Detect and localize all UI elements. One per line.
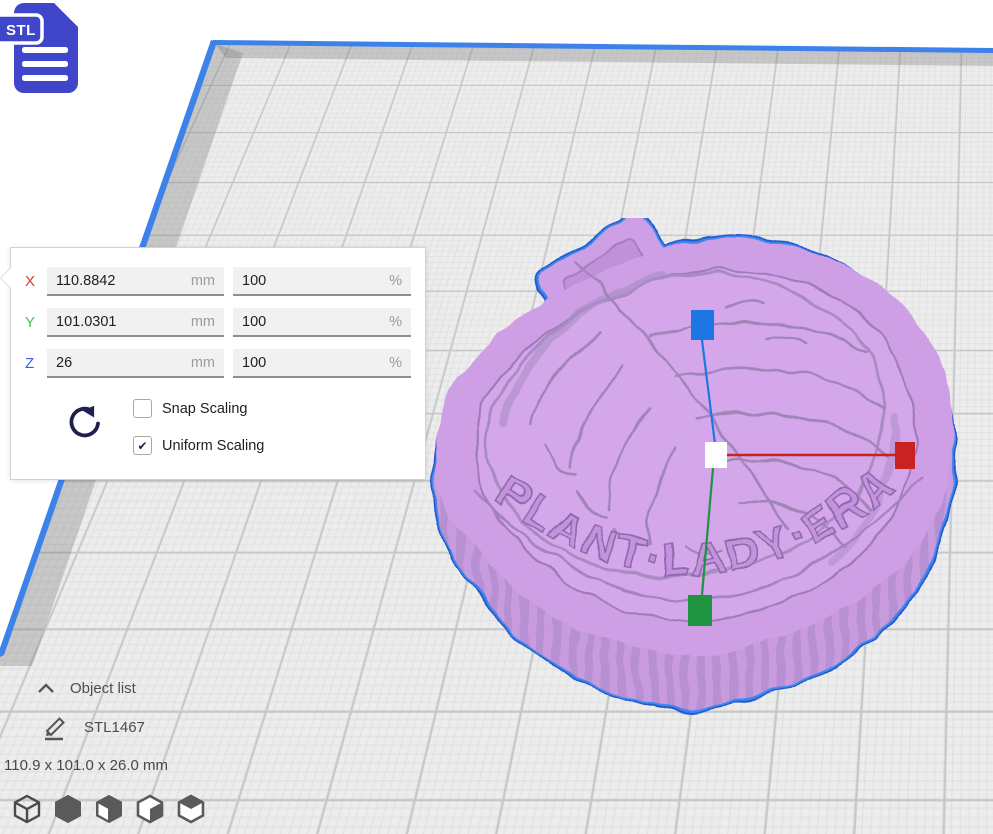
y-size-unit: mm bbox=[191, 314, 215, 330]
object-list-item[interactable]: STL1467 bbox=[42, 714, 168, 741]
view-front-button[interactable] bbox=[51, 791, 85, 827]
y-size-value: 101.0301 bbox=[56, 314, 116, 330]
x-percent-input[interactable]: 100 % bbox=[233, 267, 411, 296]
z-size-input[interactable]: 26 mm bbox=[47, 349, 224, 378]
stl-file-icon: STL bbox=[0, 0, 90, 99]
center-scale-handle[interactable] bbox=[705, 442, 727, 468]
z-percent-value: 100 bbox=[242, 355, 266, 371]
x-size-unit: mm bbox=[191, 273, 215, 289]
z-percent-unit: % bbox=[389, 355, 402, 371]
3d-viewport[interactable]: PLANT·LADY·ERA STL bbox=[0, 0, 993, 834]
x-percent-value: 100 bbox=[242, 273, 266, 289]
z-axis-label: Z bbox=[25, 355, 47, 372]
uniform-scaling-label: Uniform Scaling bbox=[162, 438, 264, 454]
cube-3d-view-icon bbox=[11, 793, 43, 825]
cube-left-view-icon bbox=[134, 793, 166, 825]
y-percent-value: 100 bbox=[242, 314, 266, 330]
y-percent-input[interactable]: 100 % bbox=[233, 308, 411, 337]
cube-front-view-icon bbox=[93, 793, 125, 825]
y-size-input[interactable]: 101.0301 mm bbox=[47, 308, 224, 337]
scale-row-x: X 110.8842 mm 100 % bbox=[25, 267, 411, 296]
chevron-up-icon bbox=[36, 682, 56, 695]
cube-top-view-icon bbox=[175, 793, 207, 825]
snap-scaling-label: Snap Scaling bbox=[162, 401, 247, 417]
uniform-scaling-option[interactable]: ✔ Uniform Scaling bbox=[133, 436, 264, 455]
uniform-scaling-checkbox[interactable]: ✔ bbox=[133, 436, 152, 455]
pencil-icon bbox=[42, 714, 70, 741]
y-scale-handle[interactable] bbox=[688, 595, 712, 626]
reset-scale-button[interactable] bbox=[63, 403, 103, 443]
stl-badge-label: STL bbox=[6, 22, 36, 39]
snap-scaling-option[interactable]: Snap Scaling bbox=[133, 399, 247, 418]
x-size-value: 110.8842 bbox=[56, 273, 115, 289]
x-scale-handle[interactable] bbox=[895, 442, 915, 469]
scale-row-z: Z 26 mm 100 % bbox=[25, 349, 411, 378]
object-list-title: Object list bbox=[70, 680, 136, 697]
z-percent-input[interactable]: 100 % bbox=[233, 349, 411, 378]
object-list-header[interactable]: Object list bbox=[36, 680, 168, 697]
x-percent-unit: % bbox=[389, 273, 402, 289]
cube-solid-view-icon bbox=[52, 793, 84, 825]
view-right-button[interactable] bbox=[174, 791, 208, 827]
z-size-value: 26 bbox=[56, 355, 72, 371]
panel-pointer bbox=[1, 268, 11, 288]
reset-arrow-icon bbox=[63, 403, 103, 443]
mold-body[interactable]: PLANT·LADY·ERA bbox=[436, 218, 953, 710]
scale-row-y: Y 101.0301 mm 100 % bbox=[25, 308, 411, 337]
y-percent-unit: % bbox=[389, 314, 402, 330]
x-size-input[interactable]: 110.8842 mm bbox=[47, 267, 224, 296]
y-axis-label: Y bbox=[25, 314, 47, 331]
scale-tool-panel: X 110.8842 mm 100 % Y 101.0301 mm 100 bbox=[10, 247, 426, 480]
x-axis-label: X bbox=[25, 273, 47, 290]
object-name: STL1467 bbox=[84, 719, 145, 736]
z-size-unit: mm bbox=[191, 355, 215, 371]
view-top-button[interactable] bbox=[92, 791, 126, 827]
model-plant-lady-era-mold[interactable]: PLANT·LADY·ERA bbox=[425, 218, 970, 723]
view-3d-button[interactable] bbox=[10, 791, 44, 827]
stl-file-card: STL bbox=[0, 0, 90, 99]
object-list-panel: Object list STL1467 110.9 x 101.0 x 26.0… bbox=[0, 680, 168, 774]
snap-scaling-checkbox[interactable] bbox=[133, 399, 152, 418]
object-dimensions: 110.9 x 101.0 x 26.0 mm bbox=[4, 757, 168, 774]
view-selector-toolbar bbox=[10, 791, 208, 827]
view-left-button[interactable] bbox=[133, 791, 167, 827]
z-scale-handle[interactable] bbox=[691, 310, 714, 340]
